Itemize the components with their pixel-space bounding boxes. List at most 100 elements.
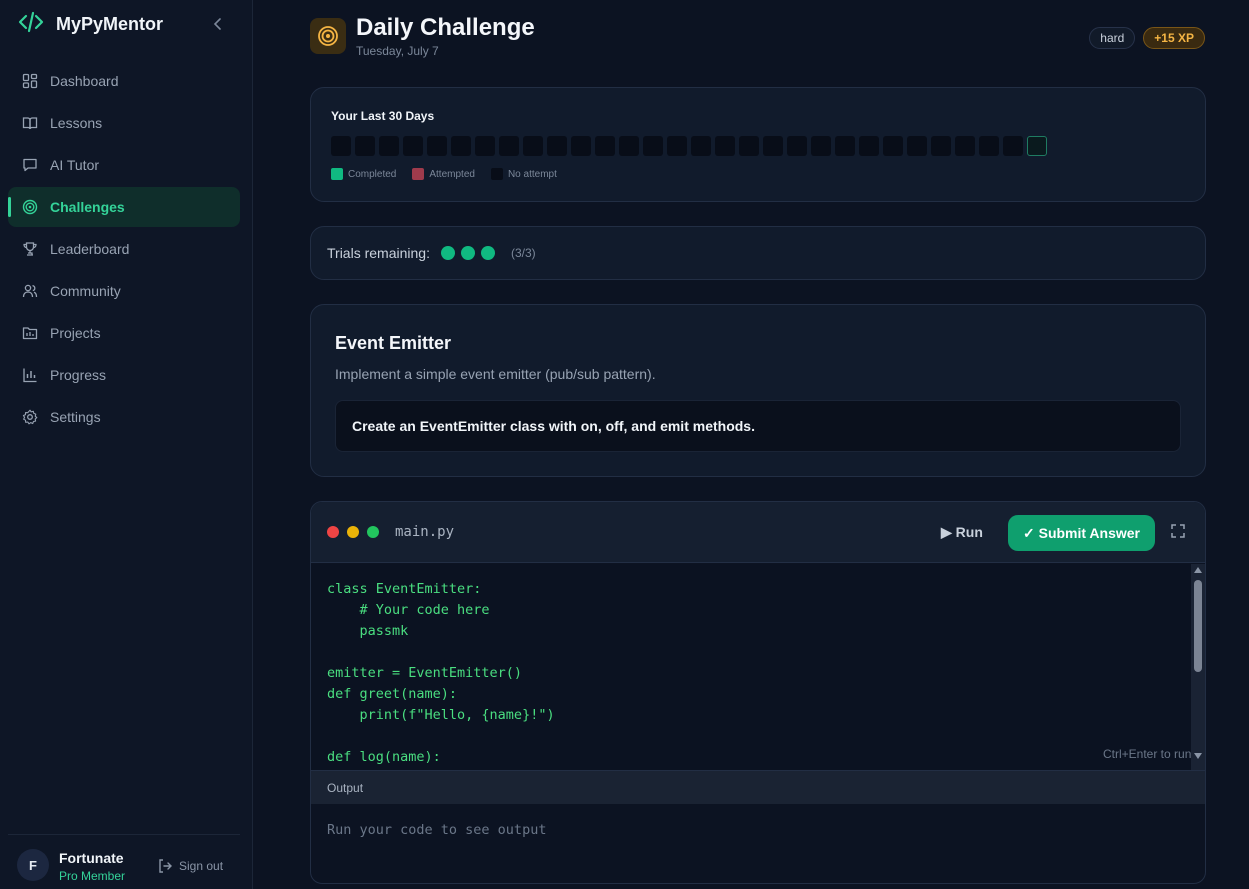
history-day-cell bbox=[1027, 136, 1047, 156]
sidebar-item-projects[interactable]: Projects bbox=[8, 313, 240, 353]
code-logo-icon bbox=[18, 11, 44, 38]
target-icon bbox=[22, 199, 38, 215]
app-name: MyPyMentor bbox=[56, 13, 164, 34]
legend-item: No attempt bbox=[490, 168, 557, 180]
history-title: Your Last 30 Days bbox=[331, 109, 435, 123]
sidebar-item-dashboard[interactable]: Dashboard bbox=[8, 61, 240, 101]
history-day-cell bbox=[691, 136, 711, 156]
brand[interactable]: MyPyMentor bbox=[18, 11, 164, 38]
problem-description: Implement a simple event emitter (pub/su… bbox=[335, 366, 656, 382]
sidebar-item-progress[interactable]: Progress bbox=[8, 355, 240, 395]
history-day-cell bbox=[547, 136, 567, 156]
sidebar-nav: Dashboard Lessons AI Tutor Challenges Leader… bbox=[8, 61, 240, 439]
legend-swatch bbox=[490, 168, 503, 180]
history-day-cell bbox=[787, 136, 807, 156]
code-line: def log(name): bbox=[327, 749, 441, 765]
sidebar-item-label: Lessons bbox=[50, 115, 103, 131]
legend-swatch bbox=[331, 168, 343, 180]
history-day-cell bbox=[979, 136, 999, 156]
history-day-cell bbox=[643, 136, 663, 156]
maximize-dot-icon bbox=[367, 526, 379, 538]
history-day-cell bbox=[427, 136, 447, 156]
history-legend: Completed Attempted No attempt bbox=[331, 168, 557, 180]
sidebar-item-label: Progress bbox=[50, 367, 107, 383]
history-day-cell bbox=[739, 136, 759, 156]
history-day-cell bbox=[499, 136, 519, 156]
legend-swatch bbox=[412, 168, 425, 180]
editor-toolbar: main.py ▶ Run ✓ Submit Answer bbox=[311, 502, 1205, 563]
code-input[interactable]: class EventEmitter: # Your code here pas… bbox=[311, 564, 1191, 770]
trials-label: Trials remaining: bbox=[327, 245, 430, 261]
user-plan: Pro Member bbox=[59, 869, 126, 883]
sign-out-button[interactable]: Sign out bbox=[157, 858, 223, 874]
history-day-cell bbox=[475, 136, 495, 156]
history-day-cell bbox=[595, 136, 615, 156]
code-line: emitter = EventEmitter() bbox=[327, 665, 523, 681]
sidebar-item-label: AI Tutor bbox=[50, 157, 100, 173]
scroll-down-arrow-icon[interactable] bbox=[1194, 753, 1202, 759]
code-line: def greet(name): bbox=[327, 686, 458, 702]
submit-answer-button[interactable]: ✓ Submit Answer bbox=[1008, 515, 1155, 551]
code-line: class EventEmitter: bbox=[327, 581, 482, 597]
folder-icon bbox=[22, 325, 38, 341]
run-shortcut-hint: Ctrl+Enter to run bbox=[1103, 747, 1192, 761]
legend-item: Completed bbox=[331, 168, 396, 180]
collapse-sidebar-button[interactable] bbox=[210, 14, 226, 34]
sign-out-label: Sign out bbox=[179, 859, 224, 873]
legend-label: Completed bbox=[348, 168, 397, 180]
code-scrollbar[interactable] bbox=[1191, 564, 1205, 770]
sidebar-item-label: Community bbox=[50, 283, 121, 299]
fullscreen-icon[interactable] bbox=[1171, 524, 1187, 540]
sidebar-item-label: Projects bbox=[50, 325, 101, 341]
bar-chart-icon bbox=[22, 367, 38, 383]
history-day-cell bbox=[907, 136, 927, 156]
history-day-cell bbox=[859, 136, 879, 156]
sidebar-item-lessons[interactable]: Lessons bbox=[8, 103, 240, 143]
history-day-cell bbox=[883, 136, 903, 156]
minimize-dot-icon bbox=[347, 526, 359, 538]
scroll-thumb[interactable] bbox=[1194, 580, 1202, 672]
scroll-up-arrow-icon[interactable] bbox=[1194, 567, 1202, 573]
problem-title: Event Emitter bbox=[335, 333, 452, 353]
sidebar-item-ai-tutor[interactable]: AI Tutor bbox=[8, 145, 240, 185]
main-content: Daily Challenge Tuesday, July 7 hard +15… bbox=[253, 0, 1249, 889]
history-day-cell bbox=[835, 136, 855, 156]
sign-out-icon bbox=[159, 859, 172, 873]
history-day-cell bbox=[715, 136, 735, 156]
trial-dot bbox=[460, 246, 475, 260]
sidebar-item-challenges[interactable]: Challenges bbox=[8, 187, 240, 227]
user-name: Fortunate bbox=[59, 850, 124, 866]
code-line: print(f"Hello, {name}!") bbox=[327, 707, 555, 723]
sidebar-item-label: Settings bbox=[50, 409, 101, 425]
trophy-icon bbox=[22, 241, 38, 257]
history-day-cell bbox=[403, 136, 423, 156]
history-day-cell bbox=[1003, 136, 1023, 156]
history-day-cell bbox=[331, 136, 351, 156]
problem-card: Event Emitter Implement a simple event e… bbox=[310, 304, 1206, 477]
problem-task: Create an EventEmitter class with on, of… bbox=[335, 400, 1181, 452]
trials-count: (3/3) bbox=[510, 246, 536, 260]
run-button[interactable]: ▶ Run bbox=[941, 524, 983, 541]
history-day-cell bbox=[355, 136, 375, 156]
gear-icon bbox=[22, 409, 38, 425]
sidebar-item-label: Challenges bbox=[50, 199, 125, 215]
avatar[interactable]: F bbox=[17, 849, 49, 881]
book-icon bbox=[22, 115, 38, 131]
difficulty-badge: hard bbox=[1089, 27, 1136, 49]
legend-item: Attempted bbox=[412, 168, 475, 180]
sidebar-item-leaderboard[interactable]: Leaderboard bbox=[8, 229, 240, 269]
sidebar-item-community[interactable]: Community bbox=[8, 271, 240, 311]
challenge-target-icon bbox=[310, 18, 346, 54]
close-dot-icon bbox=[327, 526, 339, 538]
users-icon bbox=[22, 283, 38, 299]
user-profile: F Fortunate Pro Member Sign out bbox=[8, 834, 240, 889]
history-day-cell bbox=[955, 136, 975, 156]
history-day-cell bbox=[811, 136, 831, 156]
history-day-cell bbox=[571, 136, 591, 156]
history-day-cell bbox=[931, 136, 951, 156]
output-placeholder: Run your code to see output bbox=[327, 822, 547, 838]
history-day-cell bbox=[451, 136, 471, 156]
sidebar: MyPyMentor Dashboard Lessons AI Tutor Chall… bbox=[0, 0, 253, 889]
sidebar-item-settings[interactable]: Settings bbox=[8, 397, 240, 437]
chat-icon bbox=[22, 157, 38, 173]
